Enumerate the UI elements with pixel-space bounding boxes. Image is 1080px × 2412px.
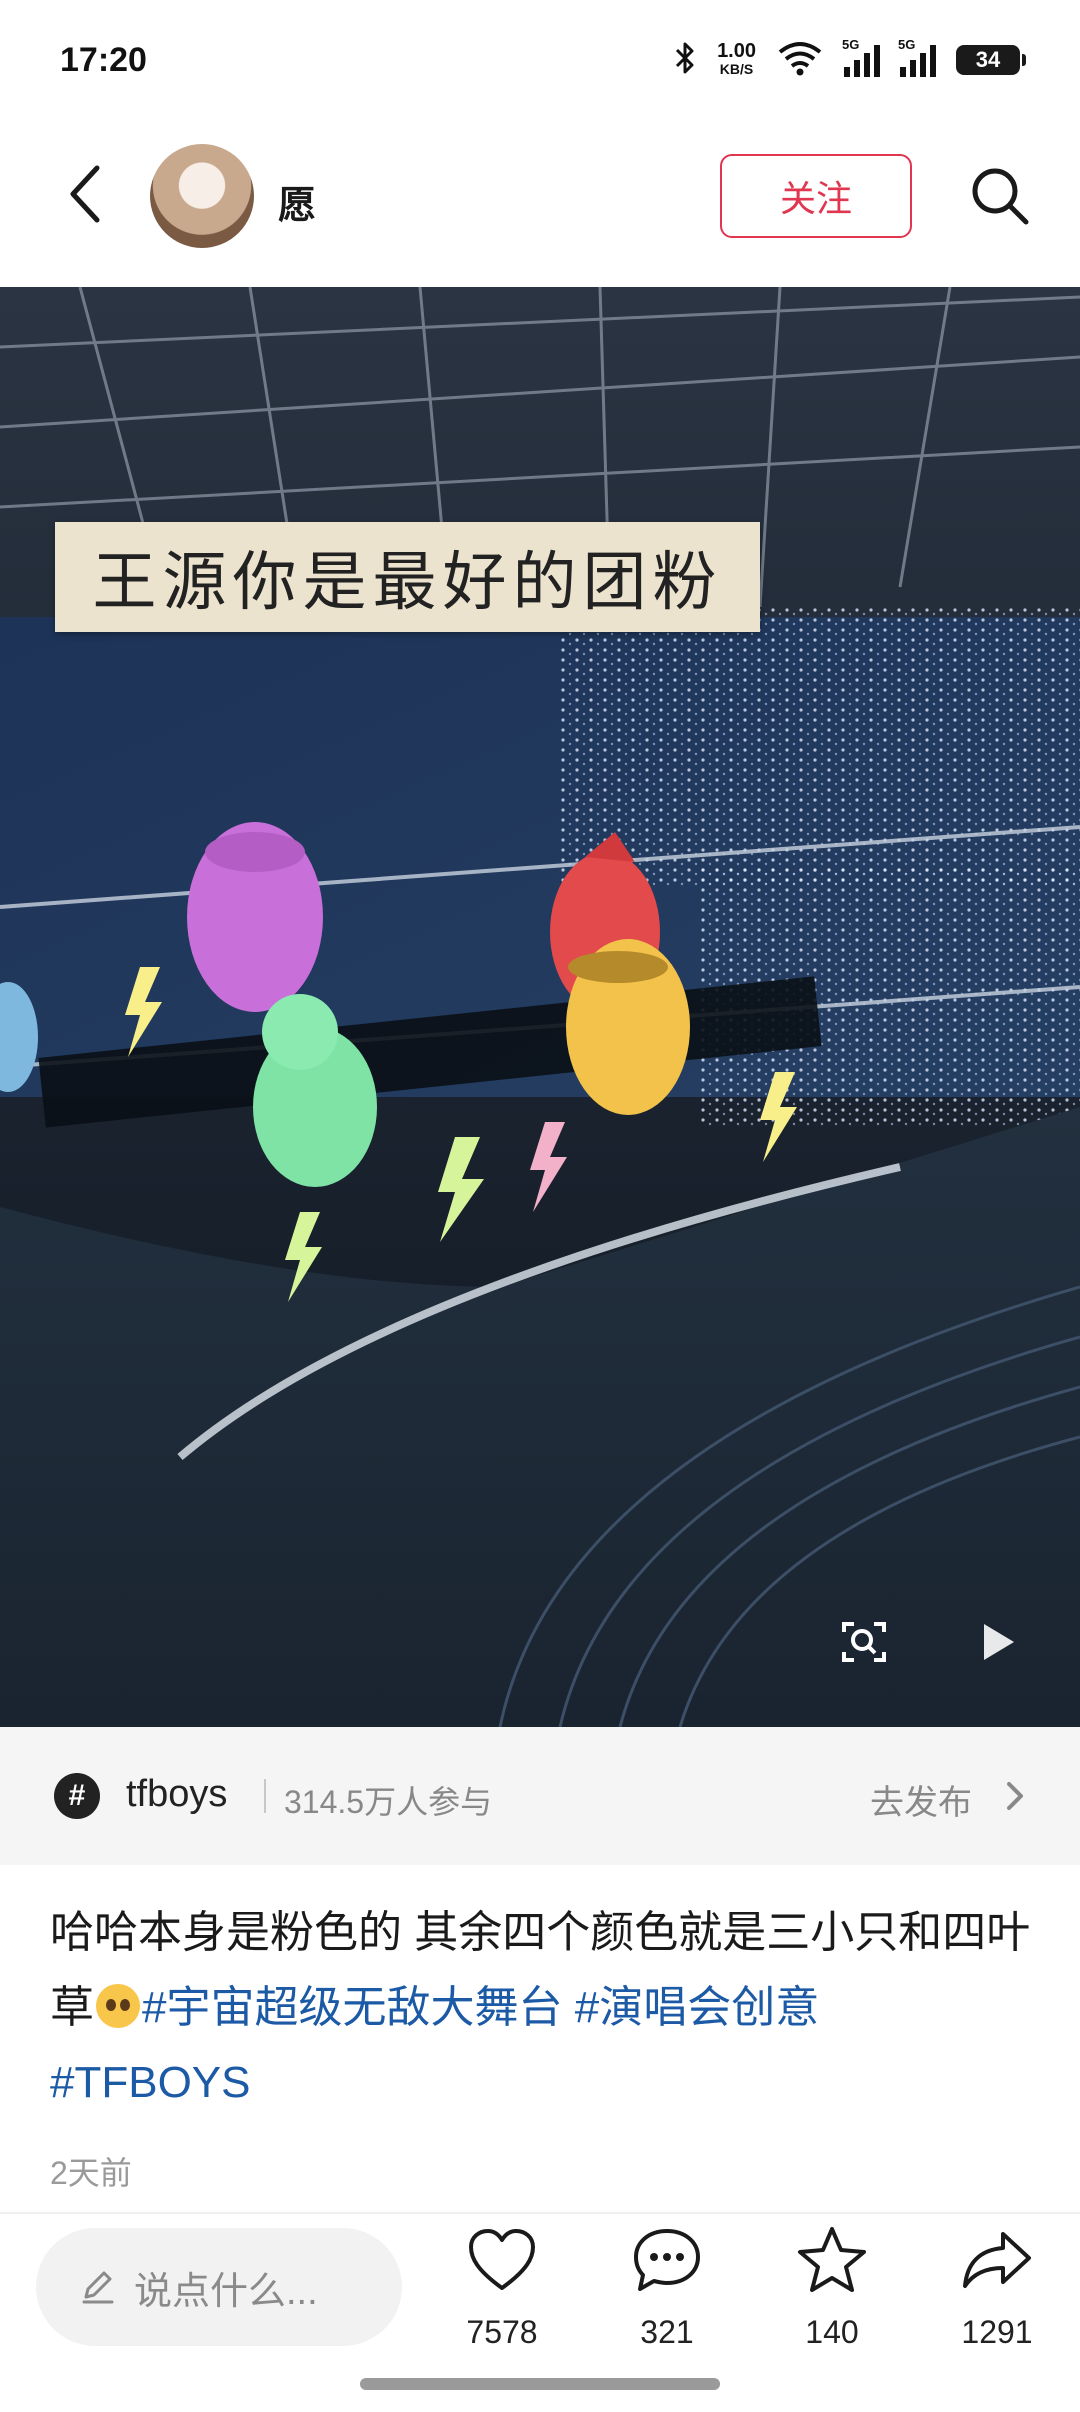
bluetooth-icon [673,41,697,80]
star-icon [794,2222,870,2298]
comment-button[interactable]: 321 [602,2222,732,2362]
favorite-button[interactable]: 140 [767,2222,897,2362]
pencil-icon [82,2271,114,2304]
post-image[interactable]: 王源你是最好的团粉 [0,287,1080,1727]
follow-button[interactable]: 关注 [720,154,912,238]
post-time: 2天前 [50,2155,132,2191]
visual-search-icon [842,1622,886,1662]
divider [0,2212,1080,2214]
hashtag-icon: # [54,1773,100,1819]
comment-placeholder: 说点什么... [134,2270,318,2313]
status-icons: 1.00 KB/S 5G 5G 34 [673,37,1026,81]
chevron-left-icon [70,165,100,223]
play-icon [984,1624,1014,1660]
battery-icon: 34 [956,45,1026,75]
search-button[interactable] [960,156,1040,236]
like-button[interactable]: 7578 [437,2222,567,2362]
search-icon [972,168,1029,225]
play-button[interactable] [968,1612,1028,1672]
comment-icon [629,2222,705,2298]
profile-header: 愿 关注 [0,130,1080,260]
like-count: 7578 [466,2314,538,2350]
heart-icon [464,2222,540,2298]
hashtag-link[interactable]: #宇宙超级无敌大舞台 [142,1983,562,2032]
username[interactable]: 愿 [278,174,316,229]
back-button[interactable] [55,162,115,226]
topic-name[interactable]: tfboys [126,1773,227,1816]
signal-icon: 5G [898,37,936,77]
favorite-count: 140 [805,2314,859,2350]
status-time: 17:20 [60,40,147,79]
stadium-photo [0,287,1080,1727]
share-button[interactable]: 1291 [932,2222,1062,2362]
hashtag-link[interactable]: #演唱会创意 [575,1983,819,2032]
status-bar: 17:20 1.00 KB/S 5G 5G 34 [0,0,1080,120]
topic-divider [264,1779,266,1813]
topic-participants: 314.5万人参与 [284,1784,493,1820]
wifi-icon [776,40,824,81]
network-speed: 1.00 KB/S [717,40,756,77]
chevron-right-icon[interactable] [1000,1779,1030,1813]
hashtag-link[interactable]: #TFBOYS [50,2058,251,2107]
visual-search-button[interactable] [834,1612,894,1672]
topic-bar[interactable]: # tfboys 314.5万人参与 去发布 [0,1727,1080,1865]
share-count: 1291 [961,2314,1033,2350]
comment-count: 321 [640,2314,694,2350]
pleading-face-icon [96,1984,140,2028]
post-description: 哈哈本身是粉色的 其余四个颜色就是三小只和四叶草 #宇宙超级无敌大舞台 #演唱会创… [50,1895,1040,2120]
go-publish-link[interactable]: 去发布 [870,1775,972,1824]
signal-icon: 5G [842,37,880,77]
avatar[interactable] [150,144,254,248]
overlay-caption: 王源你是最好的团粉 [55,522,760,632]
share-icon [959,2222,1035,2298]
home-indicator[interactable] [360,2378,720,2390]
comment-input[interactable]: 说点什么... [36,2228,402,2346]
